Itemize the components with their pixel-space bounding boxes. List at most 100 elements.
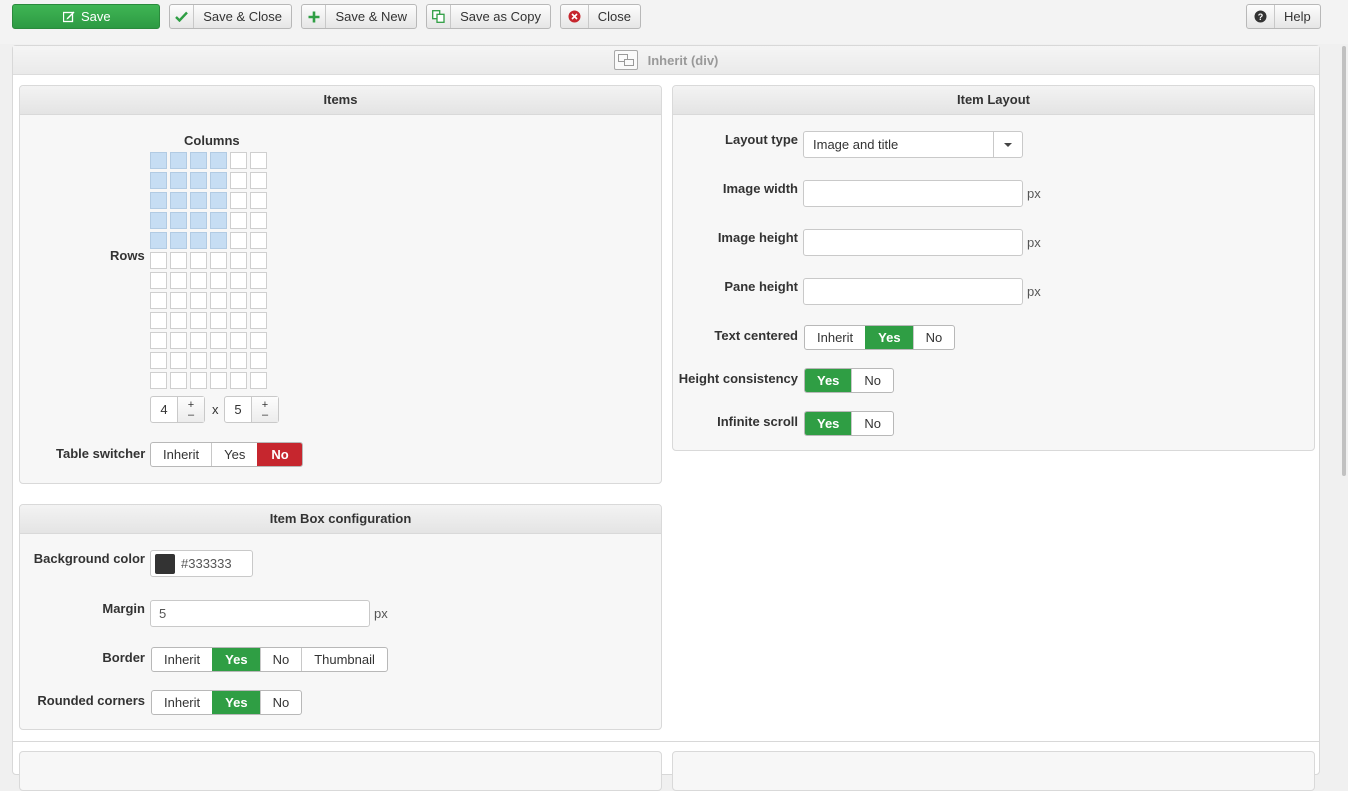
grid-cell[interactable] <box>230 352 247 369</box>
pane-height-input[interactable] <box>803 278 1023 305</box>
grid-cell[interactable] <box>170 352 187 369</box>
grid-cell[interactable] <box>230 212 247 229</box>
grid-cell[interactable] <box>230 152 247 169</box>
save-close-button[interactable]: Save & Close <box>169 4 292 29</box>
grid-cell[interactable] <box>190 292 207 309</box>
grid-cell[interactable] <box>150 272 167 289</box>
grid-cell[interactable] <box>210 372 227 389</box>
grid-cell[interactable] <box>250 352 267 369</box>
columns-stepper[interactable]: 4 + – <box>150 396 205 423</box>
height-consistency-yes[interactable]: Yes <box>805 369 852 392</box>
grid-cell[interactable] <box>190 152 207 169</box>
rounded-corners-yes[interactable]: Yes <box>212 691 260 714</box>
grid-cell[interactable] <box>170 332 187 349</box>
grid-cell[interactable] <box>150 152 167 169</box>
grid-cell[interactable] <box>150 252 167 269</box>
grid-cell[interactable] <box>250 172 267 189</box>
table-switcher-no[interactable]: No <box>257 443 302 466</box>
grid-cell[interactable] <box>170 372 187 389</box>
close-button[interactable]: Close <box>560 4 641 29</box>
grid-cell[interactable] <box>150 172 167 189</box>
grid-cell[interactable] <box>150 192 167 209</box>
background-color-input[interactable]: #333333 <box>150 550 253 577</box>
border-yes[interactable]: Yes <box>212 648 260 671</box>
save-button[interactable]: Save <box>12 4 160 29</box>
image-height-input[interactable] <box>803 229 1023 256</box>
grid-cell[interactable] <box>250 212 267 229</box>
border-no[interactable]: No <box>259 648 302 671</box>
grid-cell[interactable] <box>190 332 207 349</box>
grid-cell[interactable] <box>190 272 207 289</box>
scrollbar-thumb[interactable] <box>1342 46 1346 476</box>
grid-cell[interactable] <box>250 332 267 349</box>
rows-stepper[interactable]: 5 + – <box>224 396 279 423</box>
grid-cell[interactable] <box>210 312 227 329</box>
grid-cell[interactable] <box>230 192 247 209</box>
border-thumbnail[interactable]: Thumbnail <box>301 648 387 671</box>
save-copy-button[interactable]: Save as Copy <box>426 4 551 29</box>
rows-increment-decrement[interactable]: + – <box>251 397 278 422</box>
grid-cell[interactable] <box>230 232 247 249</box>
text-centered-no[interactable]: No <box>912 326 955 349</box>
grid-cell[interactable] <box>150 312 167 329</box>
columns-increment-decrement[interactable]: + – <box>177 397 204 422</box>
grid-cell[interactable] <box>250 272 267 289</box>
grid-cell[interactable] <box>250 252 267 269</box>
grid-cell[interactable] <box>150 332 167 349</box>
infinite-scroll-no[interactable]: No <box>851 412 893 435</box>
grid-cell[interactable] <box>210 272 227 289</box>
grid-cell[interactable] <box>210 192 227 209</box>
grid-cell[interactable] <box>230 252 247 269</box>
grid-cell[interactable] <box>250 192 267 209</box>
grid-cell[interactable] <box>230 372 247 389</box>
grid-cell[interactable] <box>230 332 247 349</box>
infinite-scroll-yes[interactable]: Yes <box>805 412 852 435</box>
table-switcher-inherit[interactable]: Inherit <box>151 443 211 466</box>
grid-cell[interactable] <box>230 272 247 289</box>
grid-cell[interactable] <box>230 172 247 189</box>
grid-cell[interactable] <box>210 152 227 169</box>
grid-cell[interactable] <box>210 252 227 269</box>
grid-cell[interactable] <box>150 232 167 249</box>
section-header[interactable]: Inherit (div) <box>13 46 1319 75</box>
grid-cell[interactable] <box>170 212 187 229</box>
grid-cell[interactable] <box>210 292 227 309</box>
grid-cell[interactable] <box>150 352 167 369</box>
margin-input[interactable]: 5 <box>150 600 370 627</box>
grid-cell[interactable] <box>210 352 227 369</box>
grid-cell[interactable] <box>170 192 187 209</box>
grid-cell[interactable] <box>170 292 187 309</box>
grid-cell[interactable] <box>190 372 207 389</box>
grid-cell[interactable] <box>210 232 227 249</box>
grid-cell[interactable] <box>230 292 247 309</box>
grid-cell[interactable] <box>190 352 207 369</box>
rounded-corners-no[interactable]: No <box>259 691 302 714</box>
grid-cell[interactable] <box>170 312 187 329</box>
page-scrollbar[interactable] <box>1342 44 1348 759</box>
image-width-input[interactable] <box>803 180 1023 207</box>
grid-cell[interactable] <box>250 292 267 309</box>
grid-cell[interactable] <box>250 372 267 389</box>
grid-cell[interactable] <box>150 292 167 309</box>
height-consistency-no[interactable]: No <box>851 369 893 392</box>
table-switcher-yes[interactable]: Yes <box>211 443 257 466</box>
grid-cell[interactable] <box>190 192 207 209</box>
grid-cell[interactable] <box>210 332 227 349</box>
grid-cell[interactable] <box>170 232 187 249</box>
grid-cell[interactable] <box>170 272 187 289</box>
grid-cell[interactable] <box>170 252 187 269</box>
grid-cell[interactable] <box>150 212 167 229</box>
grid-selector[interactable] <box>150 152 270 392</box>
text-centered-yes[interactable]: Yes <box>865 326 913 349</box>
grid-cell[interactable] <box>190 172 207 189</box>
grid-cell[interactable] <box>190 212 207 229</box>
layout-type-select[interactable]: Image and title <box>803 131 1023 158</box>
grid-cell[interactable] <box>170 172 187 189</box>
save-new-button[interactable]: Save & New <box>301 4 417 29</box>
grid-cell[interactable] <box>210 212 227 229</box>
grid-cell[interactable] <box>250 152 267 169</box>
grid-cell[interactable] <box>150 372 167 389</box>
color-swatch[interactable] <box>155 553 175 574</box>
grid-cell[interactable] <box>230 312 247 329</box>
chevron-down-icon[interactable] <box>993 132 1022 157</box>
